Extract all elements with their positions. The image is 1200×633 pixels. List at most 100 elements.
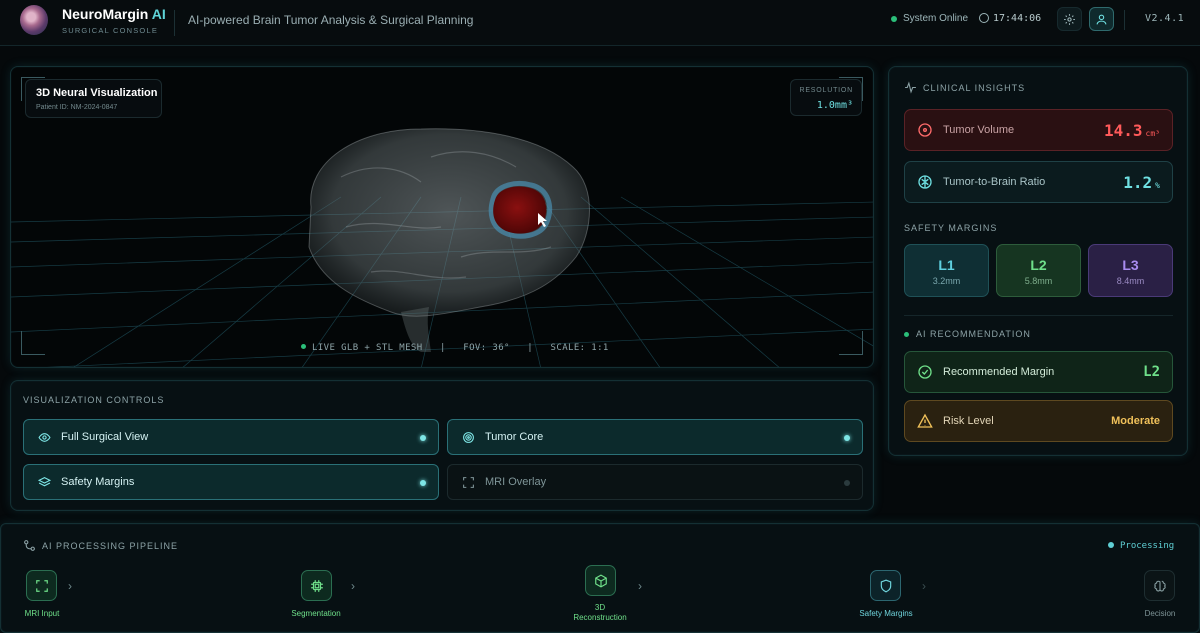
gear-icon	[1064, 13, 1075, 25]
step-label: Segmentation	[291, 609, 341, 618]
chevron-right-icon: ›	[922, 579, 926, 593]
cube-icon	[594, 573, 607, 588]
viewer-panel[interactable]: 3D Neural Visualization Patient ID: NM-2…	[10, 66, 874, 368]
pulse-icon	[905, 81, 916, 94]
flow-icon	[24, 540, 35, 551]
toggle-indicator	[844, 435, 850, 441]
toggle-indicator	[844, 480, 850, 486]
recommended-margin-value: L2	[1143, 364, 1160, 380]
margin-level: L3	[1122, 257, 1139, 273]
controls-title: VISUALIZATION CONTROLS	[23, 395, 165, 405]
brand-accent: AI	[151, 6, 166, 22]
viewer-title: 3D Neural Visualization	[36, 87, 158, 99]
control-label: Full Surgical View	[61, 431, 149, 443]
pipeline-status: Processing	[1108, 541, 1174, 551]
pipeline-step-decision[interactable]	[1144, 570, 1175, 601]
tumor-volume-card: Tumor Volume 14.3 cm³	[904, 109, 1173, 151]
chevron-right-icon: ›	[351, 579, 355, 593]
layers-icon	[37, 475, 51, 489]
tumor-ratio-number: 1.2	[1123, 173, 1153, 192]
control-label: Tumor Core	[485, 431, 544, 443]
user-button[interactable]	[1089, 7, 1114, 31]
live-dot	[301, 344, 306, 349]
chip-icon	[310, 579, 323, 592]
step-label: Safety Margins	[859, 609, 913, 618]
pipeline-panel: AI PROCESSING PIPELINE Processing MRI In…	[0, 523, 1200, 633]
tumor-ratio-value: 1.2%	[1123, 173, 1160, 192]
header-divider-right	[1124, 10, 1125, 30]
tumor-ratio-card: Tumor-to-Brain Ratio 1.2%	[904, 161, 1173, 203]
margin-l2[interactable]: L2 5.8mm	[996, 244, 1081, 297]
margin-l1[interactable]: L1 3.2mm	[904, 244, 989, 297]
pipeline-step-safety-margins[interactable]	[870, 570, 901, 601]
app-header: NeuroMargin AI SURGICAL CONSOLE AI-power…	[0, 0, 1200, 46]
ai-recommendation-title: AI RECOMMENDATION	[916, 329, 1031, 339]
margin-level: L1	[938, 257, 955, 273]
eye-icon	[37, 430, 51, 444]
margin-value: 3.2mm	[932, 276, 961, 286]
tumor-ratio-unit: %	[1155, 181, 1160, 190]
clinical-insights-panel: CLINICAL INSIGHTS Tumor Volume 14.3 cm³ T…	[888, 66, 1188, 456]
margin-l3[interactable]: L3 8.4mm	[1088, 244, 1173, 297]
recommended-margin-label: Recommended Margin	[943, 366, 1055, 378]
step-label: 3D Reconstruction	[573, 603, 627, 622]
step-label: Decision	[1144, 609, 1176, 618]
pipeline-step-mri-input[interactable]	[26, 570, 57, 601]
safety-margins-title: SAFETY MARGINS	[904, 223, 998, 233]
recommended-margin-card: Recommended Margin L2	[904, 351, 1173, 393]
mri-overlay-toggle[interactable]: MRI Overlay	[447, 464, 863, 500]
full-surgical-view-toggle[interactable]: Full Surgical View	[23, 419, 439, 455]
risk-level-value: Moderate	[1111, 415, 1160, 427]
margin-value: 5.8mm	[1024, 276, 1053, 286]
frame-corner	[839, 331, 863, 355]
shield-icon	[880, 579, 891, 592]
ai-dot	[904, 332, 909, 337]
safety-margins-toggle[interactable]: Safety Margins	[23, 464, 439, 500]
risk-level-label: Risk Level	[943, 415, 994, 427]
pipeline-title: AI PROCESSING PIPELINE	[42, 541, 179, 551]
user-icon	[1096, 14, 1107, 24]
step-label: MRI Input	[24, 609, 60, 618]
pipeline-step-segmentation[interactable]	[301, 570, 332, 601]
header-divider	[174, 10, 175, 36]
status-dot	[1108, 542, 1114, 548]
pipeline-step-3d-reconstruction[interactable]	[585, 565, 616, 596]
viewer-title-box: 3D Neural Visualization Patient ID: NM-2…	[25, 79, 162, 118]
tagline: AI-powered Brain Tumor Analysis & Surgic…	[188, 13, 474, 27]
brand-subtitle: SURGICAL CONSOLE	[62, 26, 159, 35]
target-icon	[918, 123, 932, 137]
clock: 17:44:06	[993, 13, 1042, 24]
tumor-ratio-label: Tumor-to-Brain Ratio	[943, 176, 1046, 188]
brain-icon	[1153, 580, 1166, 592]
tumor-volume-number: 14.3	[1104, 121, 1143, 140]
patient-id: Patient ID: NM-2024-0847	[36, 104, 118, 111]
brand-main: NeuroMargin	[62, 6, 149, 22]
viewer-status-text: LIVE GLB + STL MESH | FOV: 36° | SCALE: …	[312, 343, 609, 353]
margin-value: 8.4mm	[1116, 276, 1145, 286]
margin-level: L2	[1030, 257, 1047, 273]
check-circle-icon	[918, 365, 932, 379]
tumor-volume-value: 14.3 cm³	[1104, 121, 1160, 140]
toggle-indicator	[420, 480, 426, 486]
target-icon	[461, 430, 475, 444]
chevron-right-icon: ›	[68, 579, 72, 593]
toggle-indicator	[420, 435, 426, 441]
control-label: Safety Margins	[61, 476, 135, 488]
brain-icon	[918, 175, 932, 189]
risk-level-card: Risk Level Moderate	[904, 400, 1173, 442]
pipeline-status-text: Processing	[1120, 541, 1175, 551]
tumor-core-toggle[interactable]: Tumor Core	[447, 419, 863, 455]
clock-icon	[979, 13, 989, 23]
system-status-dot	[891, 16, 897, 22]
tumor-volume-label: Tumor Volume	[943, 124, 1015, 136]
settings-button[interactable]	[1057, 7, 1082, 31]
brand-name: NeuroMargin AI	[62, 6, 166, 22]
version-label: V2.4.1	[1145, 13, 1185, 24]
visualization-controls-panel: VISUALIZATION CONTROLS Full Surgical Vie…	[10, 380, 874, 511]
warning-icon	[917, 413, 933, 428]
resolution-label: RESOLUTION	[799, 87, 853, 94]
chevron-right-icon: ›	[638, 579, 642, 593]
scan-icon	[461, 475, 475, 489]
brain-logo	[20, 5, 48, 35]
resolution-box: RESOLUTION 1.0mm³	[790, 79, 862, 116]
